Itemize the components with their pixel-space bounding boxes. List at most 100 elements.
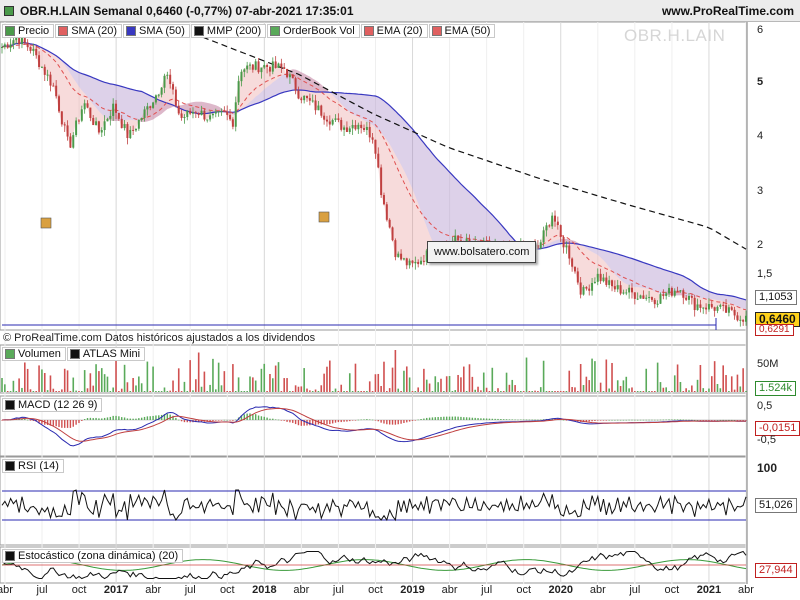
- macd-hist-bar: [257, 415, 260, 420]
- candle-body: [123, 124, 126, 129]
- volume-bar: [52, 388, 55, 392]
- macd-hist-bar: [92, 418, 94, 420]
- macd-hist-bar: [668, 419, 670, 421]
- candle-body: [722, 304, 725, 306]
- volume-bar: [81, 391, 83, 392]
- volume-legend-item[interactable]: Volumen: [2, 347, 66, 361]
- volume-bar: [129, 391, 132, 392]
- volume-bar: [329, 360, 331, 392]
- volume-bar: [377, 373, 380, 392]
- macd-hist-bar: [337, 420, 340, 423]
- volume-bar: [18, 378, 20, 392]
- macd-hist-bar: [605, 420, 608, 421]
- candle-body: [690, 296, 693, 298]
- chart-canvas[interactable]: [0, 0, 800, 600]
- volume-bar: [289, 391, 291, 392]
- volume-bar: [6, 391, 9, 392]
- macd-hist-bar: [599, 420, 602, 421]
- volume-bar: [611, 362, 613, 392]
- candle-body: [719, 304, 722, 307]
- candle-body: [539, 242, 542, 249]
- macd-hist-bar: [437, 416, 439, 420]
- volume-bar: [95, 364, 97, 392]
- macd-hist-bar: [83, 419, 86, 420]
- volume-bar: [277, 362, 280, 392]
- macd-hist-bar: [343, 420, 345, 422]
- candle-body: [197, 113, 200, 116]
- candle-body: [231, 119, 234, 127]
- volume-bar: [428, 383, 431, 392]
- macd-hist-bar: [103, 417, 106, 420]
- macd-hist-bar: [155, 415, 157, 420]
- volume-legend-item[interactable]: ATLAS Mini: [66, 347, 146, 361]
- macd-hist-bar: [716, 419, 719, 421]
- main-legend-item[interactable]: MMP (200): [190, 24, 267, 38]
- price-tag-top: 1,1053: [755, 290, 797, 305]
- volume-bar: [371, 391, 374, 392]
- x-tick-label: oct: [368, 584, 383, 596]
- volume-bar: [448, 376, 451, 392]
- macd-hist-bar: [220, 420, 223, 421]
- macd-hist-bar: [465, 417, 468, 420]
- candle-body: [325, 119, 328, 122]
- volume-legend: Volumen ATLAS Mini: [2, 347, 146, 361]
- volume-bar: [545, 391, 548, 392]
- site-label[interactable]: www.ProRealTime.com: [662, 4, 794, 18]
- macd-hist-bar: [400, 420, 402, 424]
- macd-hist-bar: [463, 417, 465, 420]
- main-legend-item[interactable]: SMA (50): [123, 24, 190, 38]
- volume-bar: [132, 378, 134, 392]
- candle-body: [648, 297, 651, 299]
- stoch-legend-item[interactable]: Estocástico (zona dinámica) (20): [2, 549, 184, 563]
- candle-body: [713, 307, 716, 311]
- macd-hist-bar: [471, 417, 474, 420]
- volume-bar: [491, 367, 494, 392]
- candle-body: [605, 277, 608, 285]
- macd-hist-bar: [408, 420, 411, 422]
- volume-bar: [98, 371, 100, 392]
- main-legend-item[interactable]: OrderBook Vol: [267, 24, 360, 38]
- main-legend-item[interactable]: EMA (50): [428, 24, 496, 38]
- macd-hist-bar: [674, 419, 676, 421]
- volume-bar: [539, 387, 542, 392]
- main-legend-item[interactable]: Precio: [2, 24, 55, 38]
- macd-legend-item[interactable]: MACD (12 26 9): [2, 398, 103, 412]
- volume-bar: [320, 385, 323, 392]
- macd-hist-bar: [249, 413, 251, 420]
- candle-body: [146, 106, 149, 110]
- rsi-legend-item[interactable]: RSI (14): [2, 459, 64, 473]
- macd-hist-bar: [46, 420, 49, 425]
- macd-hist-bar: [505, 419, 508, 420]
- volume-bar: [297, 386, 300, 392]
- macd-hist-bar: [112, 415, 114, 420]
- legend-swatch-icon: [363, 26, 374, 36]
- candle-body: [112, 103, 115, 116]
- x-tick-label: abr: [738, 584, 754, 596]
- macd-hist-bar: [289, 420, 291, 423]
- volume-bar: [710, 376, 713, 392]
- volume-bar: [160, 391, 163, 392]
- macd-hist-bar: [639, 419, 642, 421]
- candle-body: [268, 67, 271, 72]
- macd-hist-bar: [702, 420, 704, 421]
- candle-body: [106, 118, 109, 122]
- x-tick-label: oct: [664, 584, 680, 596]
- volume-bar: [146, 361, 149, 392]
- volume-bar: [149, 391, 152, 392]
- volume-bar: [656, 362, 659, 392]
- candle-body: [411, 260, 414, 264]
- macd-hist-bar: [468, 417, 471, 420]
- macd-hist-bar: [522, 419, 525, 421]
- macd-hist-bar: [739, 420, 741, 421]
- macd-hist-bar: [300, 420, 303, 426]
- macd-hist-bar: [423, 418, 425, 420]
- candle-body: [280, 63, 283, 68]
- macd-hist-bar: [363, 419, 365, 421]
- volume-bar: [451, 391, 454, 392]
- candle-body: [317, 105, 320, 111]
- main-legend-item[interactable]: EMA (20): [360, 24, 428, 38]
- macd-hist-bar: [223, 419, 226, 421]
- volume-bar: [9, 391, 12, 392]
- main-legend-item[interactable]: SMA (20): [55, 24, 123, 38]
- macd-hist-bar: [383, 420, 385, 424]
